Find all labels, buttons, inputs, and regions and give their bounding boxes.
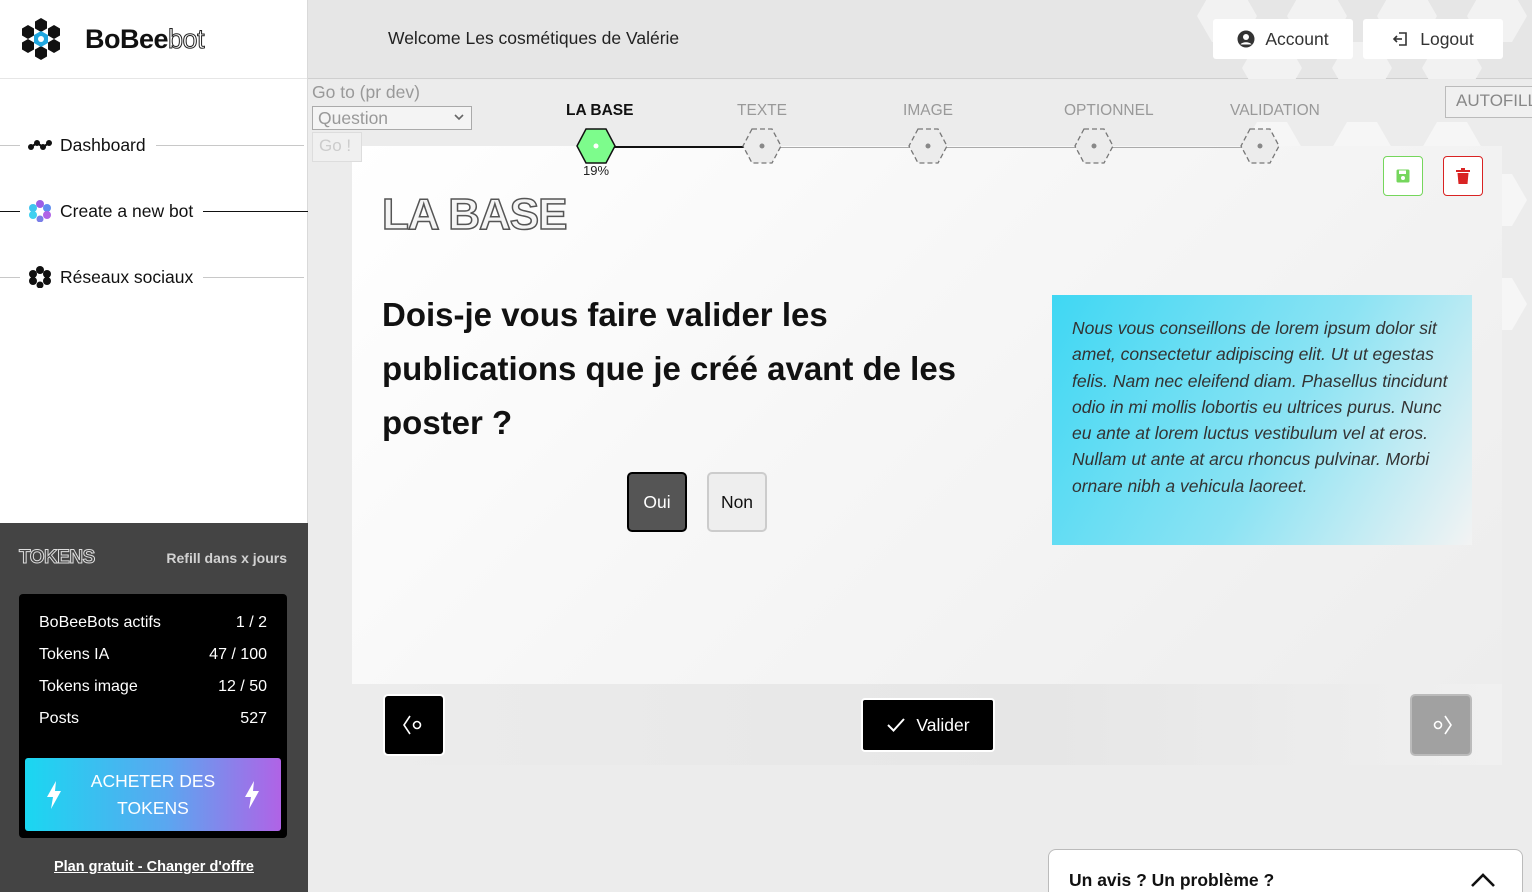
hexagon-step-icon — [742, 128, 782, 164]
chevron-down-icon — [454, 114, 464, 121]
validate-label: Valider — [916, 714, 970, 735]
sidebar-nav: Dashboard Create a new bot Réseaux socia… — [0, 112, 351, 310]
sidebar-item-label: Dashboard — [60, 134, 146, 155]
hexagon-step-icon — [576, 128, 616, 164]
create-bot-icon — [28, 200, 52, 222]
dev-goto-label: Go to (pr dev) — [312, 82, 420, 102]
answer-yes-button[interactable]: Oui — [627, 472, 687, 532]
step-texte[interactable]: TEXTE — [732, 102, 792, 164]
chevron-up-icon[interactable] — [1470, 872, 1496, 888]
top-header: Welcome Les cosmétiques de Valérie Accou… — [308, 0, 1532, 79]
step-image[interactable]: IMAGE — [898, 102, 958, 164]
token-row: Tokens image 12 / 50 — [39, 678, 267, 695]
token-row: BoBeeBots actifs 1 / 2 — [39, 614, 267, 631]
hexagon-next-icon — [1433, 715, 1452, 735]
progress-stepper: LA BASE 19% TEXTE IMAGE OPTIONNEL VALIDA… — [548, 102, 1320, 192]
brand-name: BoBeebot — [85, 23, 205, 54]
sidebar-item-social[interactable]: Réseaux sociaux — [0, 244, 308, 310]
lightning-icon — [47, 780, 61, 809]
account-button[interactable]: Account — [1213, 19, 1353, 59]
sidebar-item-dashboard[interactable]: Dashboard — [0, 112, 308, 178]
hexagon-prev-icon — [403, 715, 422, 735]
dashboard-icon — [28, 135, 52, 155]
bobeebot-logo-icon — [22, 18, 60, 60]
dev-question-select[interactable]: Question — [312, 106, 472, 130]
tokens-refill: Refill dans x jours — [166, 550, 287, 566]
card-footer: Valider — [352, 684, 1502, 765]
autofill-button[interactable]: AUTOFILL — [1445, 86, 1532, 118]
welcome-text: Welcome Les cosmétiques de Valérie — [388, 28, 680, 48]
lightning-icon — [245, 780, 259, 809]
previous-step-button[interactable] — [383, 694, 445, 756]
hexagon-step-icon — [1240, 128, 1280, 164]
logout-label: Logout — [1420, 28, 1474, 49]
tokens-summary: BoBeeBots actifs 1 / 2 Tokens IA 47 / 100 … — [19, 594, 287, 838]
next-step-button[interactable] — [1410, 694, 1472, 756]
social-network-icon — [28, 266, 52, 288]
sidebar-item-label: Réseaux sociaux — [60, 266, 194, 287]
buy-tokens-label: ACHETER DES TOKENS — [90, 770, 216, 818]
step-optionnel[interactable]: OPTIONNEL — [1064, 102, 1154, 164]
change-plan-link[interactable]: Plan gratuit - Changer d'offre — [0, 859, 308, 875]
tokens-panel: TOKENS Refill dans x jours BoBeeBots act… — [0, 523, 308, 892]
feedback-label: Un avis ? Un problème ? — [1069, 870, 1275, 890]
main-content: Go to (pr dev) Question LA BASE Dois-je … — [308, 80, 1532, 892]
hexagon-step-icon — [908, 128, 948, 164]
save-button[interactable] — [1383, 156, 1423, 196]
answer-no-button[interactable]: Non — [707, 472, 767, 532]
buy-tokens-button[interactable]: ACHETER DES TOKENS — [25, 758, 281, 831]
tokens-title: TOKENS — [19, 547, 96, 569]
sidebar: BoBeebot Dashboard Create a new bot Rése… — [0, 0, 351, 892]
step-progress: 19% — [582, 163, 610, 178]
section-title: LA BASE — [381, 189, 568, 240]
sidebar-item-create-bot[interactable]: Create a new bot — [0, 178, 351, 244]
save-icon — [1396, 169, 1410, 183]
step-la-base[interactable]: LA BASE 19% — [566, 102, 633, 178]
logout-icon — [1393, 32, 1408, 46]
checkmark-icon — [887, 718, 906, 732]
validate-button[interactable]: Valider — [861, 698, 995, 752]
logout-button[interactable]: Logout — [1363, 19, 1503, 59]
question-text: Dois-je vous faire valider les publicati… — [382, 296, 957, 441]
advice-box: Nous vous conseillons de lorem ipsum dol… — [1052, 295, 1472, 545]
delete-button[interactable] — [1443, 156, 1483, 196]
feedback-widget[interactable]: Un avis ? Un problème ? — [1048, 849, 1523, 892]
user-circle-icon — [1237, 30, 1255, 48]
token-row: Posts 527 — [39, 710, 267, 727]
question-card: LA BASE Dois-je vous faire valider les p… — [352, 146, 1502, 764]
brand[interactable]: BoBeebot — [0, 0, 307, 79]
hexagon-step-icon — [1074, 128, 1114, 164]
sidebar-item-label: Create a new bot — [60, 200, 194, 221]
token-row: Tokens IA 47 / 100 — [39, 646, 267, 663]
dev-go-button[interactable]: Go ! — [312, 132, 362, 162]
trash-icon — [1456, 168, 1470, 184]
account-label: Account — [1265, 28, 1329, 49]
step-connector — [762, 147, 1260, 148]
step-validation[interactable]: VALIDATION — [1230, 102, 1320, 164]
